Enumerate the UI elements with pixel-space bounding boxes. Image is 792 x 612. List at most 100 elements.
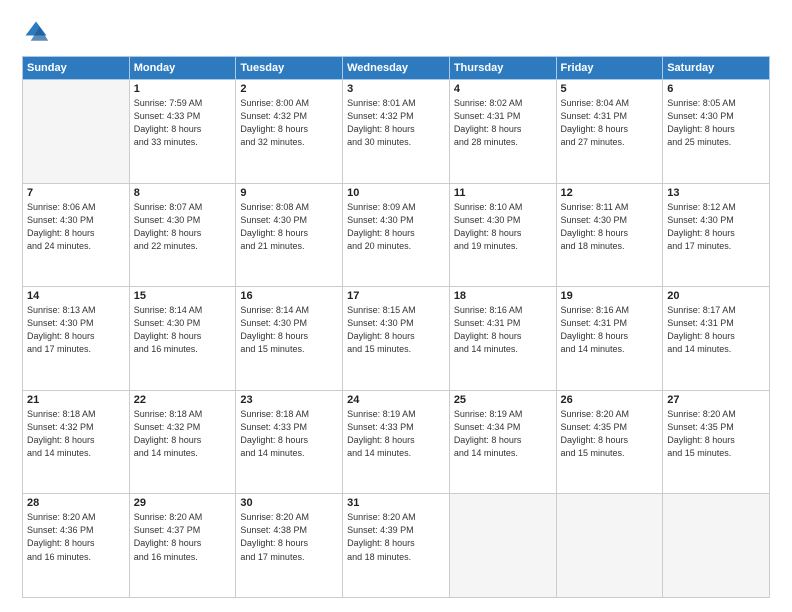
day-info: Sunrise: 8:10 AM Sunset: 4:30 PM Dayligh… [454, 201, 552, 253]
day-cell: 22 Sunrise: 8:18 AM Sunset: 4:32 PM Dayli… [129, 390, 236, 494]
day-number: 6 [667, 83, 765, 95]
day-number: 8 [134, 187, 232, 199]
day-info: Sunrise: 8:20 AM Sunset: 4:38 PM Dayligh… [240, 511, 338, 563]
week-row-3: 14 Sunrise: 8:13 AM Sunset: 4:30 PM Dayli… [23, 287, 770, 391]
day-info: Sunrise: 8:08 AM Sunset: 4:30 PM Dayligh… [240, 201, 338, 253]
day-number: 15 [134, 290, 232, 302]
day-cell [449, 494, 556, 598]
day-info: Sunrise: 8:20 AM Sunset: 4:36 PM Dayligh… [27, 511, 125, 563]
day-cell: 1 Sunrise: 7:59 AM Sunset: 4:33 PM Daylig… [129, 80, 236, 184]
day-cell: 26 Sunrise: 8:20 AM Sunset: 4:35 PM Dayli… [556, 390, 663, 494]
day-info: Sunrise: 8:18 AM Sunset: 4:32 PM Dayligh… [134, 408, 232, 460]
day-cell: 14 Sunrise: 8:13 AM Sunset: 4:30 PM Dayli… [23, 287, 130, 391]
day-cell: 4 Sunrise: 8:02 AM Sunset: 4:31 PM Daylig… [449, 80, 556, 184]
day-info: Sunrise: 8:14 AM Sunset: 4:30 PM Dayligh… [240, 304, 338, 356]
day-info: Sunrise: 8:00 AM Sunset: 4:32 PM Dayligh… [240, 97, 338, 149]
day-number: 14 [27, 290, 125, 302]
day-cell: 16 Sunrise: 8:14 AM Sunset: 4:30 PM Dayli… [236, 287, 343, 391]
day-cell: 15 Sunrise: 8:14 AM Sunset: 4:30 PM Dayli… [129, 287, 236, 391]
weekday-header-friday: Friday [556, 57, 663, 80]
day-cell: 27Sunrise: 8:20 AM Sunset: 4:35 PM Dayli… [663, 390, 770, 494]
day-info: Sunrise: 7:59 AM Sunset: 4:33 PM Dayligh… [134, 97, 232, 149]
week-row-1: 1 Sunrise: 7:59 AM Sunset: 4:33 PM Daylig… [23, 80, 770, 184]
week-row-5: 28 Sunrise: 8:20 AM Sunset: 4:36 PM Dayli… [23, 494, 770, 598]
day-cell: 2 Sunrise: 8:00 AM Sunset: 4:32 PM Daylig… [236, 80, 343, 184]
day-info: Sunrise: 8:01 AM Sunset: 4:32 PM Dayligh… [347, 97, 445, 149]
day-cell: 30 Sunrise: 8:20 AM Sunset: 4:38 PM Dayli… [236, 494, 343, 598]
weekday-header-saturday: Saturday [663, 57, 770, 80]
week-row-4: 21Sunrise: 8:18 AM Sunset: 4:32 PM Dayli… [23, 390, 770, 494]
day-info: Sunrise: 8:07 AM Sunset: 4:30 PM Dayligh… [134, 201, 232, 253]
day-number: 24 [347, 394, 445, 406]
day-info: Sunrise: 8:06 AM Sunset: 4:30 PM Dayligh… [27, 201, 125, 253]
day-info: Sunrise: 8:20 AM Sunset: 4:37 PM Dayligh… [134, 511, 232, 563]
logo [22, 18, 54, 46]
day-info: Sunrise: 8:04 AM Sunset: 4:31 PM Dayligh… [561, 97, 659, 149]
day-info: Sunrise: 8:05 AM Sunset: 4:30 PM Dayligh… [667, 97, 765, 149]
day-cell: 8 Sunrise: 8:07 AM Sunset: 4:30 PM Daylig… [129, 183, 236, 287]
day-cell: 12Sunrise: 8:11 AM Sunset: 4:30 PM Dayli… [556, 183, 663, 287]
day-info: Sunrise: 8:16 AM Sunset: 4:31 PM Dayligh… [561, 304, 659, 356]
day-number: 31 [347, 497, 445, 509]
day-cell: 17 Sunrise: 8:15 AM Sunset: 4:30 PM Dayli… [343, 287, 450, 391]
weekday-header-thursday: Thursday [449, 57, 556, 80]
day-info: Sunrise: 8:18 AM Sunset: 4:33 PM Dayligh… [240, 408, 338, 460]
day-cell: 29 Sunrise: 8:20 AM Sunset: 4:37 PM Dayli… [129, 494, 236, 598]
logo-icon [22, 18, 50, 46]
day-cell: 20Sunrise: 8:17 AM Sunset: 4:31 PM Dayli… [663, 287, 770, 391]
day-number: 2 [240, 83, 338, 95]
day-info: Sunrise: 8:20 AM Sunset: 4:35 PM Dayligh… [561, 408, 659, 460]
day-number: 25 [454, 394, 552, 406]
day-number: 18 [454, 290, 552, 302]
day-info: Sunrise: 8:14 AM Sunset: 4:30 PM Dayligh… [134, 304, 232, 356]
day-info: Sunrise: 8:20 AM Sunset: 4:39 PM Dayligh… [347, 511, 445, 563]
day-number: 10 [347, 187, 445, 199]
day-cell: 3Sunrise: 8:01 AM Sunset: 4:32 PM Daylig… [343, 80, 450, 184]
day-info: Sunrise: 8:09 AM Sunset: 4:30 PM Dayligh… [347, 201, 445, 253]
weekday-header-monday: Monday [129, 57, 236, 80]
day-info: Sunrise: 8:15 AM Sunset: 4:30 PM Dayligh… [347, 304, 445, 356]
day-number: 29 [134, 497, 232, 509]
day-number: 22 [134, 394, 232, 406]
day-number: 13 [667, 187, 765, 199]
day-info: Sunrise: 8:19 AM Sunset: 4:33 PM Dayligh… [347, 408, 445, 460]
day-number: 4 [454, 83, 552, 95]
day-cell: 5 Sunrise: 8:04 AM Sunset: 4:31 PM Daylig… [556, 80, 663, 184]
day-info: Sunrise: 8:18 AM Sunset: 4:32 PM Dayligh… [27, 408, 125, 460]
day-number: 1 [134, 83, 232, 95]
calendar-table: SundayMondayTuesdayWednesdayThursdayFrid… [22, 56, 770, 598]
weekday-header-tuesday: Tuesday [236, 57, 343, 80]
day-cell: 10 Sunrise: 8:09 AM Sunset: 4:30 PM Dayli… [343, 183, 450, 287]
day-info: Sunrise: 8:20 AM Sunset: 4:35 PM Dayligh… [667, 408, 765, 460]
day-cell: 23Sunrise: 8:18 AM Sunset: 4:33 PM Dayli… [236, 390, 343, 494]
day-number: 11 [454, 187, 552, 199]
day-cell: 18Sunrise: 8:16 AM Sunset: 4:31 PM Dayli… [449, 287, 556, 391]
day-info: Sunrise: 8:13 AM Sunset: 4:30 PM Dayligh… [27, 304, 125, 356]
day-cell: 11 Sunrise: 8:10 AM Sunset: 4:30 PM Dayli… [449, 183, 556, 287]
day-cell: 28 Sunrise: 8:20 AM Sunset: 4:36 PM Dayli… [23, 494, 130, 598]
day-info: Sunrise: 8:12 AM Sunset: 4:30 PM Dayligh… [667, 201, 765, 253]
day-cell [23, 80, 130, 184]
weekday-header-row: SundayMondayTuesdayWednesdayThursdayFrid… [23, 57, 770, 80]
page: SundayMondayTuesdayWednesdayThursdayFrid… [0, 0, 792, 612]
day-info: Sunrise: 8:11 AM Sunset: 4:30 PM Dayligh… [561, 201, 659, 253]
day-number: 16 [240, 290, 338, 302]
day-number: 30 [240, 497, 338, 509]
day-number: 9 [240, 187, 338, 199]
day-number: 28 [27, 497, 125, 509]
day-number: 17 [347, 290, 445, 302]
day-info: Sunrise: 8:17 AM Sunset: 4:31 PM Dayligh… [667, 304, 765, 356]
day-cell [663, 494, 770, 598]
day-cell: 7 Sunrise: 8:06 AM Sunset: 4:30 PM Daylig… [23, 183, 130, 287]
header [22, 18, 770, 46]
week-row-2: 7 Sunrise: 8:06 AM Sunset: 4:30 PM Daylig… [23, 183, 770, 287]
weekday-header-wednesday: Wednesday [343, 57, 450, 80]
day-cell: 25Sunrise: 8:19 AM Sunset: 4:34 PM Dayli… [449, 390, 556, 494]
day-info: Sunrise: 8:02 AM Sunset: 4:31 PM Dayligh… [454, 97, 552, 149]
day-number: 26 [561, 394, 659, 406]
day-cell: 9 Sunrise: 8:08 AM Sunset: 4:30 PM Daylig… [236, 183, 343, 287]
day-number: 5 [561, 83, 659, 95]
day-cell: 19Sunrise: 8:16 AM Sunset: 4:31 PM Dayli… [556, 287, 663, 391]
day-number: 7 [27, 187, 125, 199]
day-cell: 6 Sunrise: 8:05 AM Sunset: 4:30 PM Daylig… [663, 80, 770, 184]
